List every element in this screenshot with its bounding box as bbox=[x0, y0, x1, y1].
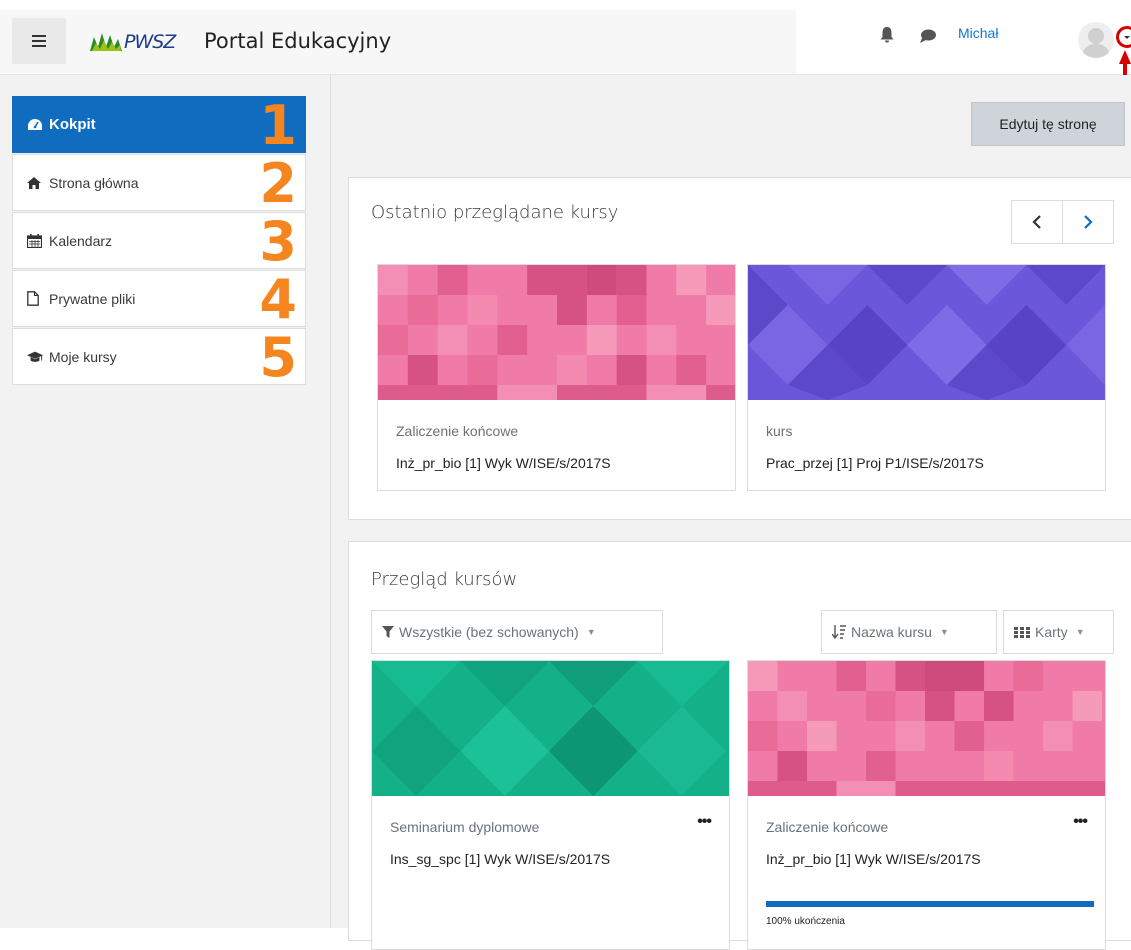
dashboard-icon bbox=[27, 117, 43, 133]
recent-courses-block: Ostatnio przeglądane kursy Zaliczenie ko… bbox=[348, 177, 1131, 520]
logo-text: PWSZ bbox=[124, 31, 176, 53]
nav-drawer: Kokpit 1 Strona główna 2 Kalendarz 3 Pry… bbox=[0, 75, 331, 928]
nav-item-label: Kokpit bbox=[49, 116, 96, 133]
nav-item-home[interactable]: Strona główna 2 bbox=[12, 152, 306, 215]
main-region: Edytuj tę stronę Ostatnio przeglądane ku… bbox=[331, 75, 1131, 950]
view-label: Karty bbox=[1035, 624, 1068, 640]
course-card[interactable]: Zaliczenie końcowe ••• Inż_pr_bio [1] Wy… bbox=[747, 660, 1106, 950]
nav-item-dashboard[interactable]: Kokpit 1 bbox=[12, 94, 306, 157]
filter-icon bbox=[382, 626, 394, 638]
course-category: kurs bbox=[766, 423, 793, 439]
nav-item-my-courses[interactable]: Moje kursy 5 bbox=[12, 326, 306, 389]
grouping-filter-dropdown[interactable]: Wszystkie (bez schowanych) ▼ bbox=[371, 610, 663, 654]
nav-item-label: Prywatne pliki bbox=[49, 290, 136, 307]
annotation-number: 2 bbox=[259, 152, 297, 215]
annotation-number: 3 bbox=[259, 210, 297, 273]
site-logo[interactable]: PWSZ bbox=[90, 27, 176, 57]
course-pattern-image bbox=[372, 661, 729, 796]
course-category: Seminarium dyplomowe bbox=[390, 819, 540, 835]
user-name-link[interactable]: Michał bbox=[958, 25, 998, 41]
course-card[interactable]: Seminarium dyplomowe ••• Ins_sg_spc [1] … bbox=[371, 660, 730, 950]
caret-down-icon: ▼ bbox=[586, 627, 596, 637]
caret-down-icon: ▼ bbox=[939, 627, 949, 637]
sort-icon bbox=[832, 625, 846, 639]
chevron-left-icon bbox=[1032, 215, 1041, 229]
filter-label: Wszystkie (bez schowanych) bbox=[399, 624, 579, 640]
logo-mark-icon bbox=[90, 33, 122, 51]
user-avatar[interactable] bbox=[1078, 22, 1114, 58]
file-icon bbox=[27, 291, 43, 307]
user-area: Michał bbox=[796, 0, 1131, 74]
course-name-link[interactable]: Prac_przej [1] Proj P1/ISE/s/2017S bbox=[766, 455, 984, 471]
course-category: Zaliczenie końcowe bbox=[766, 819, 889, 835]
previous-page-button[interactable] bbox=[1012, 201, 1063, 243]
course-name-link[interactable]: Inż_pr_bio [1] Wyk W/ISE/s/2017S bbox=[766, 851, 981, 867]
course-pattern-image bbox=[748, 265, 1105, 400]
annotation-number: 1 bbox=[259, 94, 297, 157]
view-dropdown[interactable]: Karty ▼ bbox=[1003, 610, 1114, 654]
course-card[interactable]: Zaliczenie końcowe Inż_pr_bio [1] Wyk W/… bbox=[377, 264, 736, 491]
block-title: Ostatnio przeglądane kursy bbox=[371, 202, 619, 223]
course-actions-menu-button[interactable]: ••• bbox=[697, 813, 712, 831]
course-name-link[interactable]: Inż_pr_bio [1] Wyk W/ISE/s/2017S bbox=[396, 455, 611, 471]
course-name-link[interactable]: Ins_sg_spc [1] Wyk W/ISE/s/2017S bbox=[390, 851, 610, 867]
sort-label: Nazwa kursu bbox=[851, 624, 932, 640]
course-progress-fill bbox=[766, 901, 1094, 907]
hamburger-icon bbox=[32, 35, 46, 47]
course-progress-bar bbox=[766, 901, 1094, 907]
course-category: Zaliczenie końcowe bbox=[396, 423, 519, 439]
nav-item-label: Strona główna bbox=[49, 174, 139, 191]
course-card[interactable]: kurs Prac_przej [1] Proj P1/ISE/s/2017S bbox=[747, 264, 1106, 491]
user-silhouette-icon bbox=[1082, 28, 1110, 58]
chevron-right-icon bbox=[1084, 215, 1093, 229]
nav-item-label: Moje kursy bbox=[49, 348, 117, 365]
annotation-number: 4 bbox=[259, 268, 297, 331]
course-actions-menu-button[interactable]: ••• bbox=[1073, 813, 1088, 831]
course-overview-block: Przegląd kursów Wszystkie (bez schowanyc… bbox=[348, 541, 1131, 950]
pager bbox=[1011, 200, 1114, 244]
annotation-number: 5 bbox=[259, 326, 297, 389]
card-grid-icon bbox=[1014, 626, 1030, 638]
graduation-cap-icon bbox=[27, 349, 43, 365]
site-name: Portal Edukacyjny bbox=[204, 29, 392, 53]
next-page-button[interactable] bbox=[1063, 201, 1113, 243]
calendar-icon bbox=[27, 233, 43, 249]
nav-item-calendar[interactable]: Kalendarz 3 bbox=[12, 210, 306, 273]
block-title: Przegląd kursów bbox=[371, 569, 518, 590]
course-progress-text: 100% ukończenia bbox=[766, 916, 845, 927]
nav-list: Kokpit 1 Strona główna 2 Kalendarz 3 Pry… bbox=[12, 94, 306, 389]
menu-toggle-button[interactable] bbox=[12, 18, 66, 64]
course-pattern-image bbox=[748, 661, 1105, 796]
user-menu-caret-highlight[interactable] bbox=[1116, 26, 1131, 48]
caret-down-icon: ▼ bbox=[1075, 627, 1085, 637]
nav-item-label: Kalendarz bbox=[49, 232, 113, 249]
edit-page-button[interactable]: Edytuj tę stronę bbox=[971, 102, 1125, 146]
home-icon bbox=[27, 175, 43, 191]
notifications-bell-icon[interactable] bbox=[880, 27, 894, 48]
sort-dropdown[interactable]: Nazwa kursu ▼ bbox=[821, 610, 997, 654]
messages-chat-icon[interactable] bbox=[920, 29, 936, 48]
nav-item-private-files[interactable]: Prywatne pliki 4 bbox=[12, 268, 306, 331]
course-pattern-image bbox=[378, 265, 735, 400]
caret-down-icon bbox=[1124, 36, 1130, 39]
